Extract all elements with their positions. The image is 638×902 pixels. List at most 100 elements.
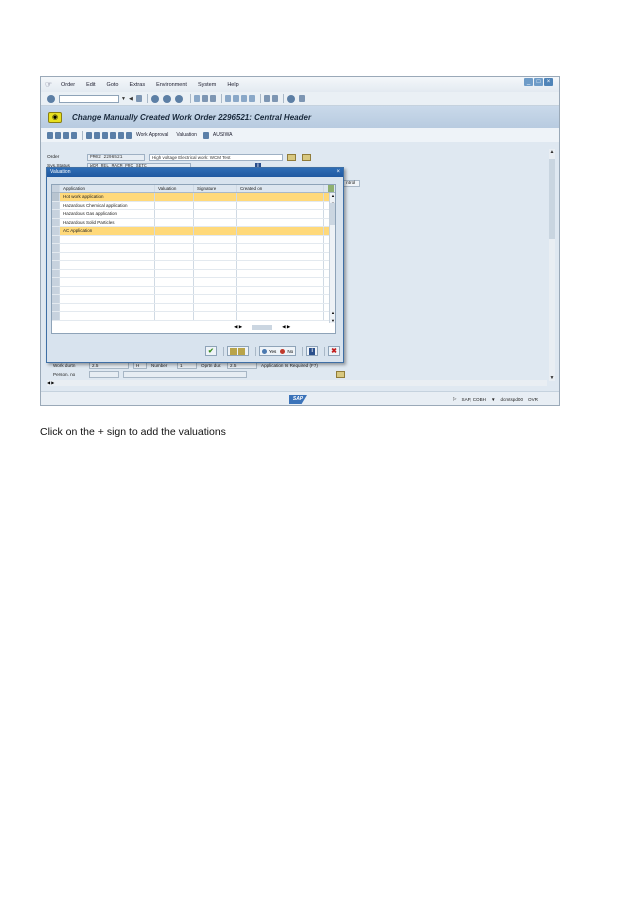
menu-help[interactable]: Help bbox=[227, 82, 238, 88]
work-approval-icon[interactable] bbox=[126, 131, 132, 139]
table-row[interactable] bbox=[52, 269, 335, 278]
table-row[interactable] bbox=[52, 252, 335, 261]
exit-icon[interactable] bbox=[162, 94, 171, 103]
info-button[interactable]: i bbox=[306, 346, 319, 356]
minimize-icon[interactable]: _ bbox=[524, 78, 533, 86]
find-icon[interactable] bbox=[201, 95, 208, 102]
table-row[interactable] bbox=[52, 303, 335, 312]
scroll-up-icon[interactable]: ▲ bbox=[549, 149, 555, 155]
close-icon[interactable]: × bbox=[544, 78, 553, 86]
table-row[interactable]: Hazardous Gas application bbox=[52, 210, 335, 219]
chevron-down-icon[interactable]: ▼ bbox=[491, 397, 496, 402]
enter-icon[interactable] bbox=[47, 94, 55, 103]
find-next-icon[interactable] bbox=[209, 95, 216, 102]
command-field[interactable] bbox=[59, 94, 119, 103]
valuation-button[interactable]: Valuation bbox=[176, 132, 196, 138]
scroll-left-icon[interactable]: ◀ ▶ bbox=[47, 380, 54, 385]
column-header-signature[interactable]: Signature bbox=[194, 185, 237, 192]
long-text-icon[interactable] bbox=[287, 153, 296, 161]
valuation-cell[interactable] bbox=[155, 201, 194, 209]
scroll-up-icon[interactable]: ▲ bbox=[330, 310, 336, 315]
system-name[interactable]: SAP, COBH bbox=[462, 397, 486, 402]
close-icon[interactable]: × bbox=[336, 168, 340, 177]
menu-order[interactable]: Order bbox=[61, 82, 75, 88]
sap-menu-icon[interactable]: ☞ bbox=[45, 80, 55, 89]
column-header-valuation[interactable]: Valuation bbox=[155, 185, 194, 192]
table-row[interactable] bbox=[52, 295, 335, 304]
scroll-thumb[interactable] bbox=[549, 159, 555, 239]
row-selector[interactable] bbox=[52, 286, 60, 294]
row-selector[interactable] bbox=[52, 261, 60, 269]
row-selector[interactable] bbox=[52, 218, 60, 226]
scroll-down-icon[interactable]: ▼ bbox=[330, 318, 336, 323]
table-row[interactable]: Hazardous Solid Particles bbox=[52, 218, 335, 227]
input-mode[interactable]: OVR bbox=[528, 397, 538, 402]
row-selector[interactable] bbox=[52, 303, 60, 311]
scroll-left-icon[interactable]: ◀ ▶ bbox=[234, 324, 242, 330]
column-header-application[interactable]: Application bbox=[60, 185, 155, 192]
menu-system[interactable]: System bbox=[198, 82, 216, 88]
scroll-thumb[interactable] bbox=[330, 203, 335, 225]
scroll-down-icon[interactable]: ▼ bbox=[549, 375, 555, 381]
row-selector[interactable] bbox=[52, 269, 60, 277]
last-page-icon[interactable] bbox=[248, 95, 255, 102]
table-row[interactable] bbox=[52, 261, 335, 270]
row-selector[interactable] bbox=[52, 227, 60, 235]
play-icon[interactable]: ▷ bbox=[453, 396, 457, 402]
table-vertical-scrollbar[interactable]: ▲ ▼ ▲ ▼ bbox=[329, 193, 335, 323]
row-selector[interactable] bbox=[52, 201, 60, 209]
scroll-right-icon[interactable]: ◀ ▶ bbox=[282, 324, 290, 330]
table-row[interactable]: AC Application bbox=[52, 227, 335, 236]
table-settings-icon[interactable] bbox=[328, 185, 334, 192]
row-selector-header[interactable] bbox=[52, 185, 60, 192]
layout-icon[interactable] bbox=[298, 95, 305, 102]
valuation-cell[interactable] bbox=[155, 193, 194, 201]
print-order-icon[interactable] bbox=[102, 131, 108, 139]
valuation-cell[interactable] bbox=[155, 227, 194, 235]
confirm-button[interactable]: ✔ bbox=[205, 346, 217, 356]
complete-icon[interactable] bbox=[118, 131, 124, 139]
order-field[interactable]: PM02 2296521 bbox=[87, 153, 145, 161]
table-row[interactable]: Hazardous Chemical application bbox=[52, 201, 335, 210]
row-selector[interactable] bbox=[52, 235, 60, 243]
prev-page-icon[interactable] bbox=[232, 95, 239, 102]
row-selector[interactable] bbox=[52, 278, 60, 286]
release-icon[interactable] bbox=[110, 131, 116, 139]
cancel-button[interactable]: ✖ bbox=[328, 346, 340, 356]
overview-icon[interactable] bbox=[47, 131, 53, 139]
cancel-icon[interactable] bbox=[174, 94, 183, 103]
table-row[interactable]: Hot work application bbox=[52, 193, 335, 202]
row-selector[interactable] bbox=[52, 193, 60, 201]
menu-extras[interactable]: Extras bbox=[129, 82, 145, 88]
valuation-cell[interactable] bbox=[155, 218, 194, 226]
table-row[interactable] bbox=[52, 286, 335, 295]
table-row[interactable] bbox=[52, 278, 335, 287]
row-selector[interactable] bbox=[52, 244, 60, 252]
column-header-created-on[interactable]: Created on bbox=[237, 185, 324, 192]
objects-icon[interactable] bbox=[94, 131, 100, 139]
order-description-field[interactable]: High voltage Electrical work: WCM Test bbox=[149, 153, 283, 161]
menu-edit[interactable]: Edit bbox=[86, 82, 95, 88]
menu-environment[interactable]: Environment bbox=[156, 82, 187, 88]
row-selector[interactable] bbox=[52, 295, 60, 303]
operations-icon[interactable] bbox=[63, 131, 69, 139]
insert-row-button[interactable] bbox=[226, 346, 249, 356]
vertical-scrollbar[interactable]: ▲ ▼ bbox=[549, 149, 555, 381]
row-selector[interactable] bbox=[52, 210, 60, 218]
next-page-icon[interactable] bbox=[240, 95, 247, 102]
save-icon[interactable] bbox=[135, 95, 142, 102]
table-row[interactable] bbox=[52, 312, 335, 321]
print-icon[interactable] bbox=[193, 95, 200, 102]
row-selector[interactable] bbox=[52, 312, 60, 320]
row-selector[interactable] bbox=[52, 252, 60, 260]
ausiwa-button[interactable]: AUSIWA bbox=[213, 132, 233, 138]
chevron-down-icon[interactable]: ▼ bbox=[121, 96, 126, 102]
person-field[interactable] bbox=[89, 370, 119, 378]
application-icon[interactable] bbox=[336, 370, 345, 378]
menu-goto[interactable]: Goto bbox=[107, 82, 119, 88]
first-page-icon[interactable] bbox=[224, 95, 231, 102]
work-approval-button[interactable]: Work Approval bbox=[136, 132, 168, 138]
horizontal-scrollbar[interactable]: ◀ ▶ bbox=[47, 380, 547, 386]
new-session-icon[interactable] bbox=[263, 95, 270, 102]
table-horizontal-scrollbar[interactable]: ◀ ▶ ◀ ▶ bbox=[234, 324, 290, 330]
